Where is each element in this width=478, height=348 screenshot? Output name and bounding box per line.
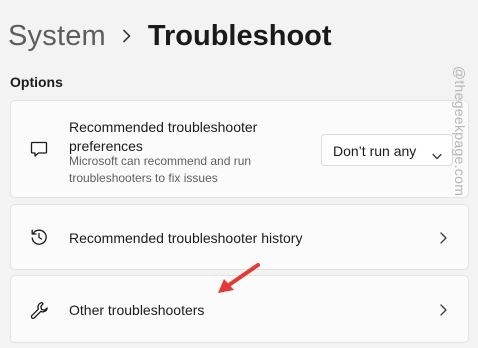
chevron-right-icon <box>438 303 448 317</box>
troubleshooter-history-title: Recommended troubleshooter history <box>69 230 303 246</box>
troubleshooter-preferences-title: Recommended troubleshooter preferences <box>69 119 258 154</box>
watermark-text: @thegeekpage.com <box>452 65 469 197</box>
chevron-down-icon <box>432 147 442 160</box>
breadcrumb-system-link[interactable]: System <box>8 20 106 53</box>
troubleshooter-preferences-description: Microsoft can recommend and run troubles… <box>69 154 252 185</box>
breadcrumb: System Troubleshoot <box>8 16 332 56</box>
chat-bubble-icon <box>29 139 49 159</box>
history-icon <box>29 227 49 247</box>
chevron-right-icon <box>438 231 448 245</box>
chevron-right-icon <box>122 26 134 46</box>
watermark: @thegeekpage.com <box>445 56 475 206</box>
section-label-options: Options <box>10 74 63 90</box>
dropdown-selected-value: Don’t run any <box>333 143 417 159</box>
other-troubleshooters-title: Other troubleshooters <box>69 302 205 318</box>
troubleshooter-preference-dropdown[interactable]: Don’t run any <box>321 134 453 166</box>
annotation-arrow <box>218 263 260 293</box>
wrench-icon <box>29 300 49 320</box>
page-title: Troubleshoot <box>147 19 332 52</box>
troubleshooter-preferences-card: Recommended troubleshooter preferences M… <box>10 100 469 198</box>
